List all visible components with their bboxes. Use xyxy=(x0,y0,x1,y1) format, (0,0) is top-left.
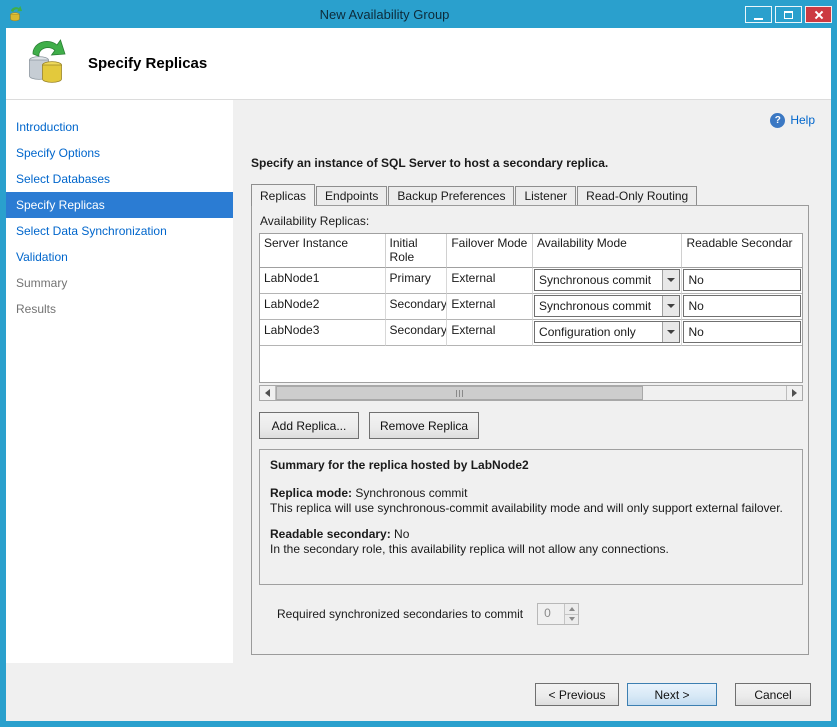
spinner-value: 0 xyxy=(538,604,564,624)
sidebar-item-summary: Summary xyxy=(6,270,233,296)
page-title: Specify Replicas xyxy=(88,55,207,72)
readable-secondary-dropdown[interactable]: No xyxy=(682,268,802,294)
scroll-left-arrow-icon[interactable] xyxy=(260,386,276,400)
availability-replicas-grid: Server Instance Initial Role Failover Mo… xyxy=(259,233,803,383)
wizard-steps-sidebar: Introduction Specify Options Select Data… xyxy=(6,100,233,663)
replica-mode-label: Replica mode: xyxy=(270,486,352,500)
availability-group-app-icon xyxy=(8,6,24,22)
grid-header-row: Server Instance Initial Role Failover Mo… xyxy=(260,234,802,268)
sidebar-item-select-databases[interactable]: Select Databases xyxy=(6,166,233,192)
table-row[interactable]: LabNode1 Primary External Synchronous co… xyxy=(260,268,802,294)
readable-secondary-label: Readable secondary: xyxy=(270,527,391,541)
required-secondaries-label: Required synchronized secondaries to com… xyxy=(277,607,523,621)
sidebar-item-specify-options[interactable]: Specify Options xyxy=(6,140,233,166)
scrollbar-grip-icon xyxy=(456,390,464,397)
cell-initial-role: Secondary xyxy=(386,294,448,320)
previous-button[interactable]: < Previous xyxy=(535,683,619,706)
new-availability-group-window: New Availability Group Specify Replicas xyxy=(0,0,837,727)
table-row[interactable]: LabNode3 Secondary External Configuratio… xyxy=(260,320,802,346)
replicas-database-icon xyxy=(24,38,70,89)
cell-server-instance: LabNode2 xyxy=(260,294,386,320)
chevron-down-icon[interactable] xyxy=(662,296,679,316)
chevron-down-icon[interactable] xyxy=(662,270,679,290)
sidebar-item-introduction[interactable]: Introduction xyxy=(6,114,233,140)
replicas-tab-panel: Availability Replicas: Server Instance I… xyxy=(251,205,809,655)
scroll-right-arrow-icon[interactable] xyxy=(786,386,802,400)
sidebar-item-select-data-synchronization[interactable]: Select Data Synchronization xyxy=(6,218,233,244)
maximize-icon xyxy=(784,11,793,19)
column-header-initial-role: Initial Role xyxy=(386,234,448,268)
help-icon: ? xyxy=(770,113,785,128)
tab-read-only-routing[interactable]: Read-Only Routing xyxy=(577,186,697,205)
dialog-body: Specify Replicas Introduction Specify Op… xyxy=(6,28,831,721)
tab-replicas[interactable]: Replicas xyxy=(251,184,315,206)
wizard-footer: < Previous Next > Cancel xyxy=(6,663,831,721)
cell-server-instance: LabNode3 xyxy=(260,320,386,346)
summary-title: Summary for the replica hosted by LabNod… xyxy=(270,458,792,472)
tab-strip: Replicas Endpoints Backup Preferences Li… xyxy=(251,184,815,205)
window-title: New Availability Group xyxy=(24,7,745,22)
sidebar-item-validation[interactable]: Validation xyxy=(6,244,233,270)
column-header-readable-secondary: Readable Secondar xyxy=(682,234,802,268)
replica-summary-panel: Summary for the replica hosted by LabNod… xyxy=(259,449,803,585)
replica-actions: Add Replica... Remove Replica xyxy=(259,412,801,439)
wizard-header: Specify Replicas xyxy=(6,28,831,100)
close-button[interactable] xyxy=(805,6,832,23)
maximize-button[interactable] xyxy=(775,6,802,23)
caption-buttons xyxy=(745,6,832,23)
column-header-server-instance: Server Instance xyxy=(260,234,386,268)
remove-replica-button[interactable]: Remove Replica xyxy=(369,412,479,439)
titlebar[interactable]: New Availability Group xyxy=(0,0,837,28)
minimize-button[interactable] xyxy=(745,6,772,23)
chevron-down-icon[interactable] xyxy=(662,322,679,342)
readable-secondary-dropdown[interactable]: No xyxy=(682,294,802,320)
help-label: Help xyxy=(790,113,815,127)
sidebar-item-specify-replicas[interactable]: Specify Replicas xyxy=(6,192,233,218)
required-secondaries-spinner: 0 xyxy=(537,603,579,625)
readable-secondary-value: No xyxy=(391,527,410,541)
scrollbar-thumb[interactable] xyxy=(276,386,643,400)
main-panel: ? Help Specify an instance of SQL Server… xyxy=(233,100,831,663)
column-header-availability-mode: Availability Mode xyxy=(533,234,682,268)
spinner-up-icon xyxy=(565,604,578,615)
availability-replicas-label: Availability Replicas: xyxy=(260,214,801,228)
readable-secondary-description: In the secondary role, this availability… xyxy=(270,542,792,556)
availability-mode-dropdown[interactable]: Configuration only xyxy=(533,320,682,346)
cell-failover-mode: External xyxy=(447,320,533,346)
horizontal-scrollbar[interactable] xyxy=(259,385,803,401)
spinner-down-icon xyxy=(565,615,578,625)
cell-failover-mode: External xyxy=(447,294,533,320)
cell-failover-mode: External xyxy=(447,268,533,294)
required-secondaries-row: Required synchronized secondaries to com… xyxy=(259,603,801,625)
column-header-failover-mode: Failover Mode xyxy=(447,234,533,268)
cancel-button[interactable]: Cancel xyxy=(735,683,811,706)
cell-initial-role: Primary xyxy=(386,268,448,294)
tab-backup-preferences[interactable]: Backup Preferences xyxy=(388,186,514,205)
next-button[interactable]: Next > xyxy=(627,683,717,706)
sidebar-item-results: Results xyxy=(6,296,233,322)
tab-listener[interactable]: Listener xyxy=(515,186,576,205)
availability-mode-dropdown[interactable]: Synchronous commit xyxy=(533,268,682,294)
replica-mode-description: This replica will use synchronous-commit… xyxy=(270,501,792,515)
tab-endpoints[interactable]: Endpoints xyxy=(316,186,387,205)
scrollbar-track[interactable] xyxy=(276,386,786,400)
cell-server-instance: LabNode1 xyxy=(260,268,386,294)
replica-mode-value: Synchronous commit xyxy=(352,486,467,500)
table-row[interactable]: LabNode2 Secondary External Synchronous … xyxy=(260,294,802,320)
availability-mode-dropdown[interactable]: Synchronous commit xyxy=(533,294,682,320)
readable-secondary-dropdown[interactable]: No xyxy=(682,320,802,346)
instruction-text: Specify an instance of SQL Server to hos… xyxy=(251,156,815,170)
minimize-icon xyxy=(754,18,763,20)
add-replica-button[interactable]: Add Replica... xyxy=(259,412,359,439)
cell-initial-role: Secondary xyxy=(386,320,448,346)
help-link[interactable]: ? Help xyxy=(251,112,815,128)
